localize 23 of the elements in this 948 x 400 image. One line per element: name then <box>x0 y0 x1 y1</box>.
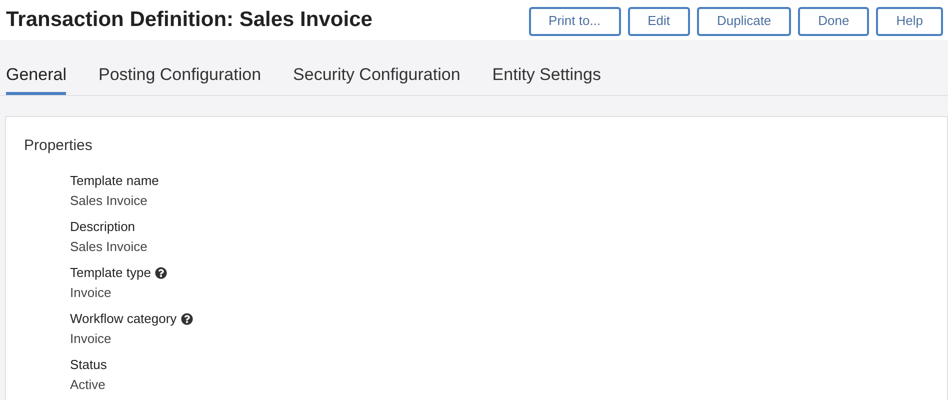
tab[interactable]: Posting Configuration <box>98 62 262 94</box>
field-label: Status <box>70 357 107 373</box>
toolbar-button[interactable]: Done <box>798 6 870 36</box>
toolbar-button[interactable]: Print to... <box>528 6 621 36</box>
field-value: Invoice <box>70 285 112 301</box>
toolbar-button[interactable]: Help <box>876 6 943 36</box>
field-value: Invoice <box>70 331 112 347</box>
help-icon[interactable] <box>180 313 193 325</box>
field-label: Template type <box>70 265 151 281</box>
tab[interactable]: Entity Settings <box>492 62 601 94</box>
tab[interactable]: Security Configuration <box>293 62 460 94</box>
field-label: Workflow category <box>70 311 177 327</box>
field-value: Sales Invoice <box>70 239 148 255</box>
section-title: Properties <box>24 136 94 156</box>
field-label: Template name <box>70 173 159 189</box>
field-label: Description <box>70 219 136 235</box>
field-value: Active <box>70 377 106 393</box>
toolbar-button[interactable]: Edit <box>628 6 690 36</box>
help-icon[interactable] <box>154 267 167 279</box>
toolbar-button[interactable]: Duplicate <box>696 6 792 36</box>
page-title: Transaction Definition: Sales Invoice <box>6 7 372 34</box>
tab[interactable]: General <box>6 62 66 94</box>
field-value: Sales Invoice <box>70 193 148 209</box>
